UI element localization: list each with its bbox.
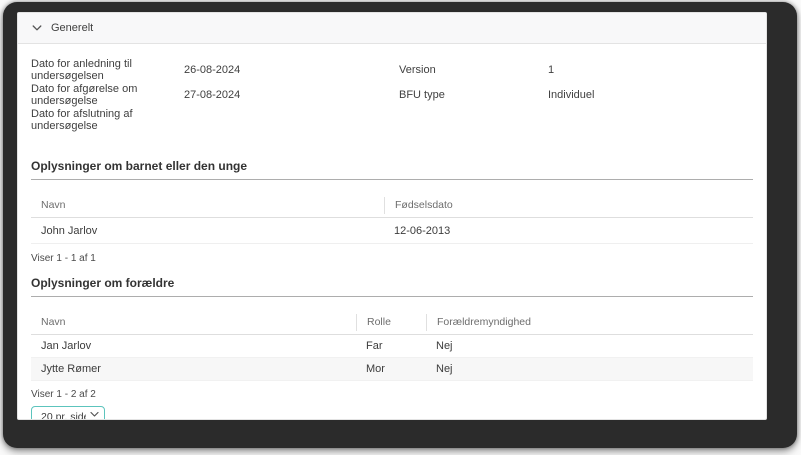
page-size-select-wrap: 20 pr. side: [31, 406, 105, 419]
field-label-afgoerelse: Dato for afgørelse om undersøgelse: [31, 82, 138, 107]
field-value-afgoerelse: 27-08-2024: [184, 88, 241, 101]
field-row: Dato for afgørelse om undersøgelse 27-08…: [31, 82, 753, 107]
cell-foraeldremyndighed: Nej: [436, 363, 453, 375]
column-header-rolle: Rolle: [356, 313, 426, 331]
cell-navn: Jan Jarlov: [41, 340, 92, 352]
column-header-navn: Navn: [41, 315, 66, 328]
pagination-status-child: Viser 1 - 1 af 1: [31, 253, 96, 264]
parents-table: Navn Rolle Forældremyndighed Jan Jarlov …: [31, 310, 753, 381]
panel-content: Dato for anledning til undersøgelsen 26-…: [18, 57, 766, 419]
generelt-panel: Generelt Dato for anledning til undersøg…: [17, 12, 767, 420]
cell-navn: Jytte Rømer: [41, 363, 101, 375]
cell-foedselsdato: 12-06-2013: [394, 224, 451, 237]
general-fields: Dato for anledning til undersøgelsen 26-…: [31, 57, 753, 132]
field-label-bfu-type: BFU type: [399, 88, 445, 101]
column-header-navn: Navn: [41, 198, 66, 211]
chevron-down-icon: [32, 24, 42, 32]
child-table-header: Navn Fødselsdato: [31, 193, 753, 218]
accordion-title: Generelt: [51, 22, 94, 34]
column-header-foraeldremyndighed: Forældremyndighed: [426, 313, 753, 331]
accordion-header-generelt[interactable]: Generelt: [18, 13, 766, 44]
parents-table-header: Navn Rolle Forældremyndighed: [31, 310, 753, 335]
table-row-child[interactable]: John Jarlov 12-06-2013: [31, 218, 753, 244]
cell-foraeldremyndighed: Nej: [436, 340, 453, 352]
section-title-child: Oplysninger om barnet eller den unge: [31, 159, 753, 180]
table-row-parent[interactable]: Jytte Rømer Mor Nej: [31, 358, 753, 381]
pagination-status-parents: Viser 1 - 2 af 2: [31, 389, 96, 400]
screenshot-stage: Generelt Dato for anledning til undersøg…: [0, 0, 801, 455]
field-value-bfu-type: Individuel: [548, 88, 595, 101]
section-title-parents: Oplysninger om forældre: [31, 276, 753, 297]
cell-rolle: Mor: [366, 363, 385, 375]
field-value-version: 1: [548, 63, 555, 76]
cell-navn: John Jarlov: [41, 224, 98, 237]
child-table: Navn Fødselsdato John Jarlov 12-06-2013: [31, 193, 753, 244]
field-label-afslutning: Dato for afslutning af undersøgelse: [31, 107, 133, 132]
field-label-anledning: Dato for anledning til undersøgelsen: [31, 57, 132, 82]
field-label-version: Version: [399, 63, 436, 76]
field-row: Dato for afslutning af undersøgelse: [31, 107, 753, 132]
table-row-parent[interactable]: Jan Jarlov Far Nej: [31, 335, 753, 358]
page-size-select[interactable]: 20 pr. side: [31, 406, 105, 419]
field-row: Dato for anledning til undersøgelsen 26-…: [31, 57, 753, 82]
cell-rolle: Far: [366, 340, 383, 352]
field-value-anledning: 26-08-2024: [184, 63, 241, 76]
column-header-foedselsdato: Fødselsdato: [384, 196, 753, 214]
